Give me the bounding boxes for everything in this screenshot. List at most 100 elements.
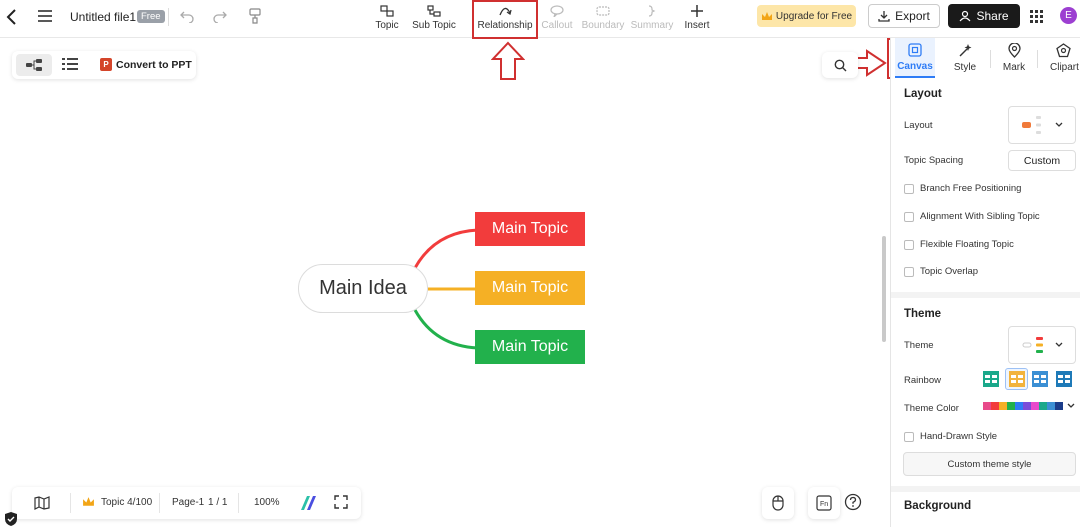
share-button[interactable]: Share: [948, 4, 1020, 28]
mindmap-view-button[interactable]: [16, 54, 52, 76]
sub-topic-tool[interactable]: Sub Topic: [412, 2, 456, 36]
tab-mark-label: Mark: [1002, 62, 1026, 73]
file-name[interactable]: Untitled file1: [70, 10, 136, 24]
tab-mark[interactable]: Mark: [996, 38, 1032, 78]
tab-style-label: Style: [953, 62, 977, 73]
theme-select[interactable]: [1008, 326, 1076, 364]
menu-icon[interactable]: [38, 10, 52, 22]
hand-drawn-style-option[interactable]: Hand-Drawn Style: [904, 431, 997, 442]
export-button[interactable]: Export: [868, 4, 940, 28]
theme-color-select[interactable]: [983, 402, 1075, 410]
layout-label: Layout: [904, 120, 933, 131]
zoom-level[interactable]: 100%: [254, 497, 280, 508]
theme-color-label: Theme Color: [904, 403, 959, 414]
status-bar: Topic 4/100 Page-1 1 / 1 100%: [12, 487, 361, 519]
checkbox[interactable]: [904, 239, 914, 250]
top-bar: Untitled file1 Free Topic Sub Topic Rela…: [0, 0, 1080, 38]
checkbox[interactable]: [904, 211, 914, 222]
canvas-scrollbar[interactable]: [882, 236, 886, 342]
layout-thumbnail-icon: [1021, 115, 1047, 135]
callout-tool[interactable]: Callout: [541, 2, 573, 36]
page-name[interactable]: Page-1: [172, 497, 204, 508]
map-icon[interactable]: [34, 496, 50, 510]
security-shield-icon[interactable]: [3, 511, 19, 527]
tab-style[interactable]: Style: [947, 38, 983, 78]
svg-text:Fn: Fn: [820, 501, 828, 508]
main-topic[interactable]: Main Topic: [475, 212, 585, 246]
tab-canvas-label: Canvas: [897, 60, 933, 72]
main-topic[interactable]: Main Topic: [475, 330, 585, 364]
mouse-icon: [772, 495, 784, 511]
clipart-icon: [1056, 43, 1071, 58]
main-topic[interactable]: Main Topic: [475, 271, 585, 305]
topic-overlap-option[interactable]: Topic Overlap: [904, 266, 978, 277]
theme-thumbnail-icon: [1021, 335, 1047, 355]
location-pin-icon: [1007, 43, 1021, 58]
topic-spacing-custom-button[interactable]: Custom: [1008, 150, 1076, 171]
topic-count: Topic 4/100: [101, 497, 153, 508]
page-index: 1 / 1: [208, 497, 228, 508]
fullscreen-icon[interactable]: [334, 495, 348, 509]
convert-label: Convert to PPT: [116, 58, 192, 71]
layout-section-title: Layout: [904, 88, 942, 100]
outline-view-icon[interactable]: [62, 57, 78, 71]
option-label: Alignment With Sibling Topic: [920, 211, 1040, 222]
section-divider: [891, 486, 1080, 492]
boundary-tool[interactable]: Boundary: [581, 2, 625, 36]
custom-theme-style-button[interactable]: Custom theme style: [903, 452, 1076, 476]
insert-tool[interactable]: Insert: [683, 2, 711, 36]
section-divider: [891, 292, 1080, 298]
summary-tool-label: Summary: [630, 20, 674, 31]
rainbow-option-2[interactable]: [1005, 368, 1028, 390]
share-label: Share: [976, 9, 1009, 23]
upgrade-button[interactable]: Upgrade for Free: [757, 5, 856, 27]
divider: [70, 493, 71, 513]
mouse-mode-button[interactable]: [762, 487, 794, 519]
convert-to-ppt-button[interactable]: P Convert to PPT: [100, 58, 192, 71]
theme-section-title: Theme: [904, 308, 942, 320]
function-key-button[interactable]: Fn: [808, 487, 840, 519]
rainbow-option-4[interactable]: [1056, 371, 1072, 387]
upgrade-label: Upgrade for Free: [775, 10, 853, 22]
crown-icon: [82, 496, 95, 508]
format-painter-icon[interactable]: [248, 8, 262, 24]
topic-tool-label: Topic: [375, 20, 399, 31]
theme-label: Theme: [904, 340, 934, 351]
checkbox[interactable]: [904, 266, 914, 277]
avatar[interactable]: E: [1060, 7, 1077, 24]
alignment-sibling-option[interactable]: Alignment With Sibling Topic: [904, 211, 1040, 222]
undo-icon[interactable]: [180, 9, 194, 23]
tab-clipart[interactable]: Clipart: [1043, 38, 1080, 78]
user-icon: [959, 10, 971, 22]
export-label: Export: [895, 9, 930, 23]
layout-select[interactable]: [1008, 106, 1076, 144]
rainbow-option-1[interactable]: [983, 371, 999, 387]
rainbow-option-3[interactable]: [1032, 371, 1048, 387]
tab-clipart-label: Clipart: [1050, 62, 1079, 73]
sub-topic-tool-label: Sub Topic: [412, 20, 456, 31]
tab-canvas[interactable]: Canvas: [895, 38, 935, 78]
divider: [990, 50, 991, 68]
summary-tool[interactable]: Summary: [631, 2, 673, 36]
checkbox[interactable]: [904, 431, 914, 442]
canvas-icon: [908, 42, 922, 57]
apps-grid-icon[interactable]: [1030, 10, 1043, 23]
color-palette-swatch: [983, 402, 1063, 410]
search-button[interactable]: [822, 52, 858, 78]
divider: [168, 8, 169, 26]
back-icon[interactable]: [6, 9, 18, 25]
central-topic[interactable]: Main Idea: [298, 264, 428, 313]
rainbow-label: Rainbow: [904, 375, 941, 386]
insert-tool-label: Insert: [684, 20, 710, 31]
branch-free-positioning-option[interactable]: Branch Free Positioning: [904, 183, 1021, 194]
help-icon[interactable]: [844, 493, 862, 511]
redo-icon[interactable]: [213, 9, 227, 23]
topic-spacing-label: Topic Spacing: [904, 155, 964, 166]
divider: [1037, 50, 1038, 68]
ai-logo-icon[interactable]: [300, 495, 318, 511]
topic-tool[interactable]: Topic: [373, 2, 401, 36]
checkbox[interactable]: [904, 183, 914, 194]
flexible-floating-option[interactable]: Flexible Floating Topic: [904, 239, 1014, 250]
mindmap-view-icon: [26, 59, 42, 71]
boundary-icon: [596, 2, 610, 20]
